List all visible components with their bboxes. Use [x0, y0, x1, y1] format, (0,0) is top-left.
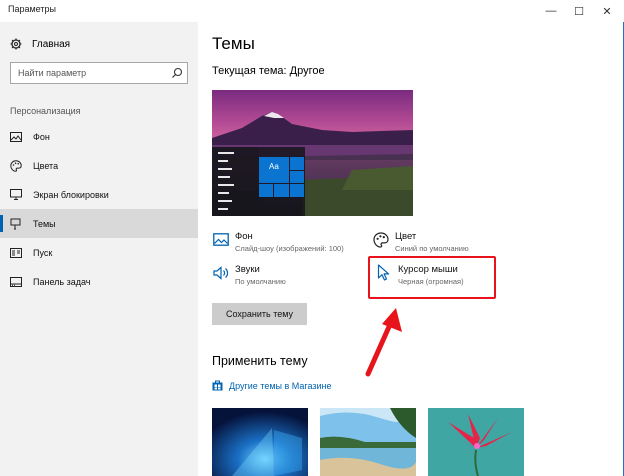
sidebar-item-label: Панель задач [33, 276, 91, 287]
start-icon [10, 247, 22, 259]
sidebar-item-label: Пуск [33, 247, 53, 258]
palette-icon [10, 159, 22, 172]
maximize-button[interactable]: ☐ [564, 0, 594, 22]
close-button[interactable]: ✕ [592, 0, 622, 22]
store-icon [212, 380, 223, 391]
sidebar-item-label: Темы [33, 218, 56, 229]
search-icon[interactable] [171, 67, 183, 79]
theme-thumbnail[interactable] [320, 408, 416, 476]
brush-icon [10, 218, 22, 230]
search-input[interactable] [11, 63, 161, 83]
picture-icon [212, 231, 229, 248]
cursor-icon [375, 264, 392, 281]
cursor-subtitle: Черная (огромная) [398, 277, 464, 286]
maximize-icon: ☐ [574, 5, 584, 18]
sounds-subtitle: По умолчанию [235, 277, 286, 286]
background-setting[interactable]: Фон Слайд-шоу (изображений: 100) [212, 231, 344, 254]
sidebar-item-taskbar[interactable]: Панель задач [0, 267, 198, 296]
flower-theme-image [428, 408, 524, 476]
taskbar-icon [10, 276, 22, 288]
home-link[interactable]: Главная [10, 36, 70, 52]
store-link-label: Другие темы в Магазине [229, 380, 332, 391]
active-indicator [0, 215, 3, 232]
monitor-icon [10, 189, 22, 201]
speaker-icon [212, 264, 229, 281]
preview-start-menu [212, 147, 259, 216]
sounds-setting[interactable]: Звуки По умолчанию [212, 264, 286, 287]
minimize-button[interactable]: — [536, 0, 566, 22]
sounds-title: Звуки [235, 264, 260, 275]
mouse-cursor-setting[interactable]: Курсор мыши Черная (огромная) [375, 264, 464, 287]
theme-thumbnail[interactable] [212, 408, 308, 476]
background-subtitle: Слайд-шоу (изображений: 100) [235, 244, 344, 253]
window-title: Параметры [8, 4, 56, 14]
apply-theme-heading: Применить тему [212, 354, 308, 368]
cursor-title: Курсор мыши [398, 264, 458, 275]
store-themes-link[interactable]: Другие темы в Магазине [212, 380, 332, 391]
sidebar: Главная Персонализация Фон Цвета Экран б… [0, 22, 198, 476]
section-label: Персонализация [10, 106, 81, 116]
theme-thumbnail[interactable] [428, 408, 524, 476]
sidebar-item-start[interactable]: Пуск [0, 238, 198, 267]
preview-tiles: Aa [259, 147, 305, 216]
current-theme-label: Текущая тема: Другое [212, 65, 325, 77]
beach-theme-image [320, 408, 416, 476]
sidebar-item-label: Экран блокировки [33, 189, 109, 200]
theme-preview: Aa [212, 90, 413, 216]
title-bar: Параметры — ☐ ✕ [0, 0, 624, 22]
gear-icon [10, 38, 22, 50]
save-theme-button[interactable]: Сохранить тему [212, 303, 307, 325]
close-icon: ✕ [602, 5, 612, 18]
color-title: Цвет [395, 231, 417, 242]
minimize-icon: — [545, 5, 557, 17]
sidebar-item-colors[interactable]: Цвета [0, 151, 198, 180]
palette-icon [372, 231, 389, 248]
sidebar-item-lock-screen[interactable]: Экран блокировки [0, 180, 198, 209]
main-content: Темы Текущая тема: Другое Aa Фон Слайд-ш… [198, 22, 624, 476]
sidebar-item-themes[interactable]: Темы [0, 209, 198, 238]
page-title: Темы [212, 34, 255, 53]
background-title: Фон [235, 231, 253, 242]
search-box[interactable] [10, 62, 188, 84]
sidebar-item-background[interactable]: Фон [0, 122, 198, 151]
sidebar-item-label: Цвета [33, 160, 59, 171]
home-label: Главная [32, 38, 71, 50]
sidebar-item-label: Фон [33, 131, 50, 142]
preview-tile-text: Aa [269, 162, 279, 171]
color-setting[interactable]: Цвет Синий по умолчанию [372, 231, 469, 254]
windows-theme-image [212, 408, 308, 476]
picture-icon [10, 131, 22, 143]
color-subtitle: Синий по умолчанию [395, 244, 469, 253]
